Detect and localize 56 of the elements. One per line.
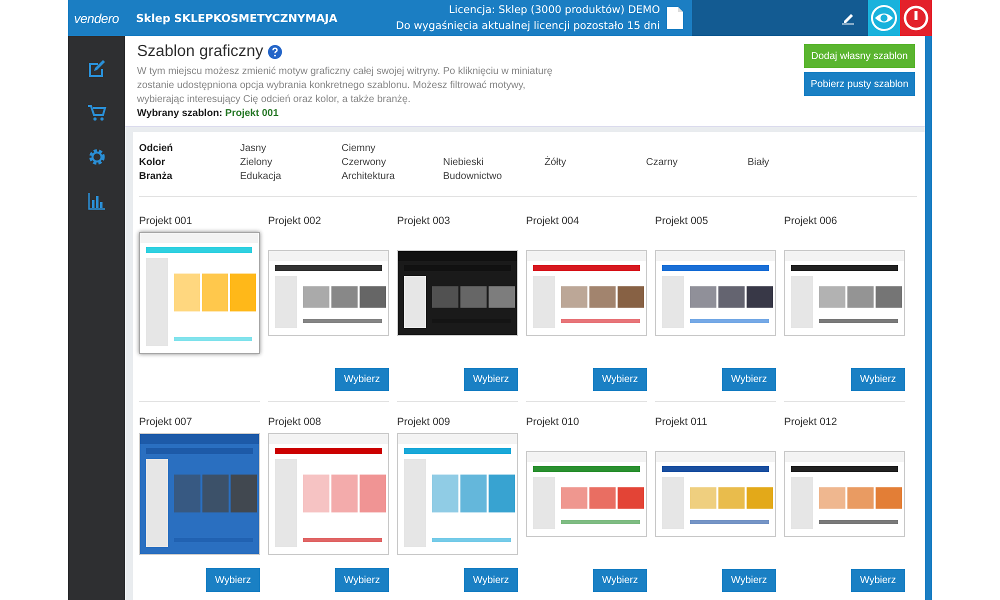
pencil-icon bbox=[841, 11, 855, 25]
filter-label: Kolor bbox=[139, 156, 166, 170]
template-name: Projekt 010 bbox=[526, 416, 580, 429]
filter-link[interactable]: Ciemny bbox=[342, 142, 376, 156]
select-button[interactable]: Wybierz bbox=[464, 368, 518, 391]
shop-name: Sklep SKLEPKOSMETYCZNYMAJA bbox=[136, 12, 338, 24]
edit-icon bbox=[86, 59, 106, 79]
filter-link[interactable]: Czerwony bbox=[342, 156, 386, 170]
chart-icon bbox=[86, 191, 106, 211]
select-button[interactable]: Wybierz bbox=[722, 368, 776, 391]
license-text: Licencja: Sklep (3000 produktów) DEMO bbox=[448, 3, 660, 18]
filter-link[interactable]: Zielony bbox=[240, 156, 272, 170]
template-name: Projekt 004 bbox=[526, 215, 580, 228]
description: W tym miejscu możesz zmienić motyw graficzny całej swojej witryny. Po kliknięciu w miniaturę zostanie udostępniona opcja wybrania konkretnego szablonu. Możesz filtrować motywy, wybierając interesujący Cię odcień oraz kolor, a także branżę. bbox=[137, 65, 554, 107]
license-text: Do wygaśnięcia aktualnej licencji pozostało 15 dni bbox=[396, 19, 660, 34]
template-name: Projekt 011 bbox=[655, 416, 708, 429]
template-name: Projekt 007 bbox=[139, 416, 194, 429]
select-button[interactable]: Wybierz bbox=[851, 368, 905, 391]
help-icon[interactable] bbox=[268, 45, 282, 59]
template-name: Projekt 009 bbox=[397, 416, 452, 429]
cart-icon bbox=[86, 103, 106, 123]
select-button[interactable]: Wybierz bbox=[335, 568, 389, 592]
page-title: Szablon graficzny bbox=[137, 43, 264, 61]
filter-link[interactable]: Niebieski bbox=[443, 156, 484, 170]
download-template-button[interactable]: Pobierz pusty szablon bbox=[804, 72, 915, 96]
template-name: Projekt 002 bbox=[268, 215, 322, 228]
template-name: Projekt 012 bbox=[784, 416, 838, 429]
filter-label: Branża bbox=[139, 170, 174, 184]
add-template-button[interactable]: Dodaj własny szablon bbox=[804, 44, 915, 68]
template-name: Projekt 001 bbox=[139, 215, 194, 228]
document-icon bbox=[666, 6, 684, 30]
logo: vendero bbox=[73, 10, 120, 26]
select-button[interactable]: Wybierz bbox=[593, 368, 647, 391]
eye-icon bbox=[871, 5, 897, 31]
select-button[interactable]: Wybierz bbox=[206, 568, 260, 592]
select-button[interactable]: Wybierz bbox=[722, 569, 776, 592]
select-button[interactable]: Wybierz bbox=[464, 568, 518, 592]
filter-link[interactable]: Architektura bbox=[342, 170, 395, 184]
select-button[interactable]: Wybierz bbox=[335, 368, 389, 391]
filter-link[interactable]: Biały bbox=[748, 156, 770, 170]
settings-icon bbox=[86, 147, 106, 167]
template-name: Projekt 008 bbox=[268, 416, 322, 429]
filter-label: Odcień bbox=[139, 142, 174, 156]
template-name: Projekt 006 bbox=[784, 215, 838, 228]
selected-template: Wybrany szablon: Projekt 001 bbox=[137, 108, 280, 119]
select-button[interactable]: Wybierz bbox=[593, 569, 647, 592]
logout-button[interactable] bbox=[900, 0, 932, 36]
filter-link[interactable]: Edukacja bbox=[240, 170, 282, 184]
filter-link[interactable]: Budownictwo bbox=[443, 170, 502, 184]
filter-link[interactable]: Czarny bbox=[646, 156, 678, 170]
template-name: Projekt 003 bbox=[397, 215, 452, 228]
select-button[interactable]: Wybierz bbox=[851, 569, 905, 592]
power-icon bbox=[903, 5, 929, 31]
filter-link[interactable]: Jasny bbox=[240, 142, 266, 156]
template-name: Projekt 005 bbox=[655, 215, 710, 228]
filter-link[interactable]: Żółty bbox=[544, 156, 566, 170]
